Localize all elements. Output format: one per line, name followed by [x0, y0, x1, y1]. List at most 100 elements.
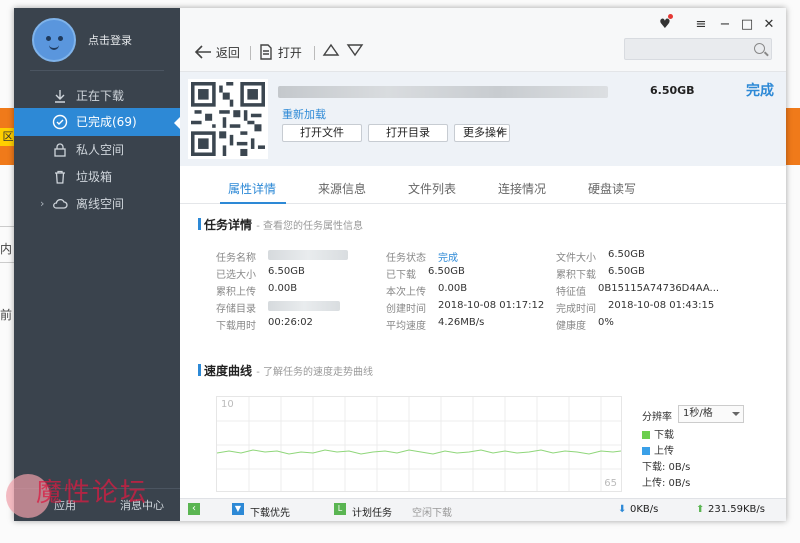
move-up-button[interactable]: [322, 42, 340, 64]
detail-label: 本次上传: [386, 287, 426, 298]
login-link[interactable]: 点击登录: [88, 32, 132, 48]
detail-label: 任务状态: [386, 253, 426, 264]
search-input[interactable]: [624, 38, 772, 60]
avatar-eye: [46, 36, 51, 41]
detail-label: 存储目录: [216, 304, 256, 315]
scheduled-tasks-button[interactable]: 计划任务: [352, 504, 392, 519]
sidebar-item-label: 私人空间: [76, 143, 125, 157]
minimize-icon[interactable]: −: [716, 16, 734, 34]
sidebar-item-offline[interactable]: › 离线空间: [14, 190, 180, 218]
task-name-value-redacted: [268, 250, 348, 260]
maximize-icon[interactable]: □: [738, 16, 756, 34]
sidebar-item-label: 离线空间: [76, 197, 125, 211]
main-panel: ♥ ≡ − □ ✕ 返回 打开 6.50GB 完成 重新加载 打开文件 打开目录…: [180, 8, 786, 521]
toolbar-separator: [250, 46, 251, 60]
resolution-select[interactable]: 1秒/格: [678, 405, 744, 423]
background-divider: [0, 226, 14, 227]
detail-value: 2018-10-08 01:43:15: [608, 300, 715, 311]
avatar[interactable]: [32, 18, 76, 62]
schedule-icon: L: [334, 503, 346, 515]
open-label: 打开: [277, 46, 302, 60]
resolution-value: 1秒/格: [683, 408, 713, 419]
sidebar: 点击登录 正在下载 已完成(69) 私人空间 垃圾箱 › 离线空间 应用 消息中…: [14, 8, 180, 521]
back-button[interactable]: 返回: [194, 42, 240, 64]
detail-label: 累积上传: [216, 287, 256, 298]
detail-label: 完成时间: [556, 304, 596, 315]
section-marker: [198, 218, 201, 230]
sidebar-item-completed[interactable]: 已完成(69): [14, 108, 180, 136]
details-title: 任务详情: [204, 218, 253, 232]
detail-value: 4.26MB/s: [438, 317, 485, 328]
collapse-icon[interactable]: ‹: [188, 503, 200, 515]
tab-file-list[interactable]: 文件列表: [408, 180, 456, 197]
lock-icon: [54, 143, 66, 157]
background-text: 内: [0, 242, 13, 256]
task-size: 6.50GB: [650, 84, 695, 97]
sidebar-divider: [30, 70, 164, 71]
chart-x-max-label: 65: [604, 478, 617, 489]
download-manager-window: 点击登录 正在下载 已完成(69) 私人空间 垃圾箱 › 离线空间 应用 消息中…: [14, 8, 786, 521]
detail-value: 6.50GB: [608, 249, 645, 260]
priority-icon: ▼: [232, 503, 244, 515]
open-file-button[interactable]: 打开文件: [282, 124, 362, 142]
qr-code-image: [188, 79, 268, 159]
open-button[interactable]: 打开: [258, 42, 302, 64]
arrow-up-icon: ⬆: [696, 504, 705, 515]
detail-label: 特征值: [556, 287, 586, 298]
watermark-text: 魔性论坛: [36, 478, 149, 508]
triangle-down-icon: [346, 44, 364, 57]
detail-value: 6.50GB: [428, 266, 465, 277]
details-subtitle: - 查看您的任务属性信息: [256, 221, 363, 232]
toolbar-separator: [314, 46, 315, 60]
resolution-label: 分辨率: [642, 412, 672, 423]
detail-value: 00:26:02: [268, 317, 313, 328]
detail-label: 任务名称: [216, 253, 256, 264]
move-down-button[interactable]: [346, 42, 364, 64]
sidebar-item-downloading[interactable]: 正在下载: [14, 82, 180, 110]
speed-chart: 10 65: [216, 396, 622, 492]
avatar-eye: [58, 36, 63, 41]
storage-dir-value-redacted: [268, 301, 340, 311]
more-actions-button[interactable]: 更多操作: [454, 124, 510, 142]
skin-icon[interactable]: ♥: [656, 14, 674, 34]
download-speed-line: [217, 449, 621, 455]
detail-tabs: 属性详情 来源信息 文件列表 连接情况 硬盘读写: [180, 172, 786, 204]
section-marker: [198, 364, 201, 376]
tab-source[interactable]: 来源信息: [318, 180, 366, 197]
detail-label: 平均速度: [386, 321, 426, 332]
legend-upload-label: 上传: [654, 446, 674, 457]
chevron-down-icon: [732, 412, 740, 416]
task-name-redacted: [278, 86, 608, 98]
total-download-speed: 0KB/s: [630, 504, 659, 515]
active-tab-indicator: [220, 202, 286, 204]
sidebar-item-label: 已完成(69): [76, 115, 137, 129]
cloud-icon: [53, 198, 68, 209]
detail-value: 完成: [438, 253, 458, 264]
sidebar-item-private[interactable]: 私人空间: [14, 136, 180, 164]
detail-label: 健康度: [556, 321, 586, 332]
idle-download-button[interactable]: 空闲下载: [412, 504, 452, 519]
close-icon[interactable]: ✕: [760, 16, 778, 34]
legend-upload: 上传: [642, 442, 674, 457]
task-status: 完成: [746, 83, 774, 99]
tab-connections[interactable]: 连接情况: [498, 180, 546, 197]
background-divider: [0, 262, 14, 263]
chevron-right-icon[interactable]: ›: [40, 190, 44, 218]
reload-link[interactable]: 重新加载: [282, 106, 326, 122]
detail-value: 6.50GB: [608, 266, 645, 277]
details-section-title: 任务详情 - 查看您的任务属性信息: [198, 216, 363, 233]
search-icon[interactable]: [754, 43, 765, 54]
legend-download: 下载: [642, 426, 674, 441]
detail-value: 0%: [598, 317, 614, 328]
legend-download-label: 下载: [654, 430, 674, 441]
tab-disk-io[interactable]: 硬盘读写: [588, 180, 636, 197]
sidebar-item-trash[interactable]: 垃圾箱: [14, 163, 180, 191]
legend-upload-swatch: [642, 447, 650, 455]
detail-label: 创建时间: [386, 304, 426, 315]
status-bar: ‹ ▼ 下载优先 L 计划任务 空闲下载 ⬇ 0KB/s ⬆ 231.59KB/…: [180, 498, 786, 521]
download-priority-button[interactable]: 下载优先: [250, 504, 290, 519]
tab-properties[interactable]: 属性详情: [228, 180, 276, 197]
menu-icon[interactable]: ≡: [692, 16, 710, 34]
check-circle-icon: [52, 114, 68, 130]
open-directory-button[interactable]: 打开目录: [368, 124, 448, 142]
